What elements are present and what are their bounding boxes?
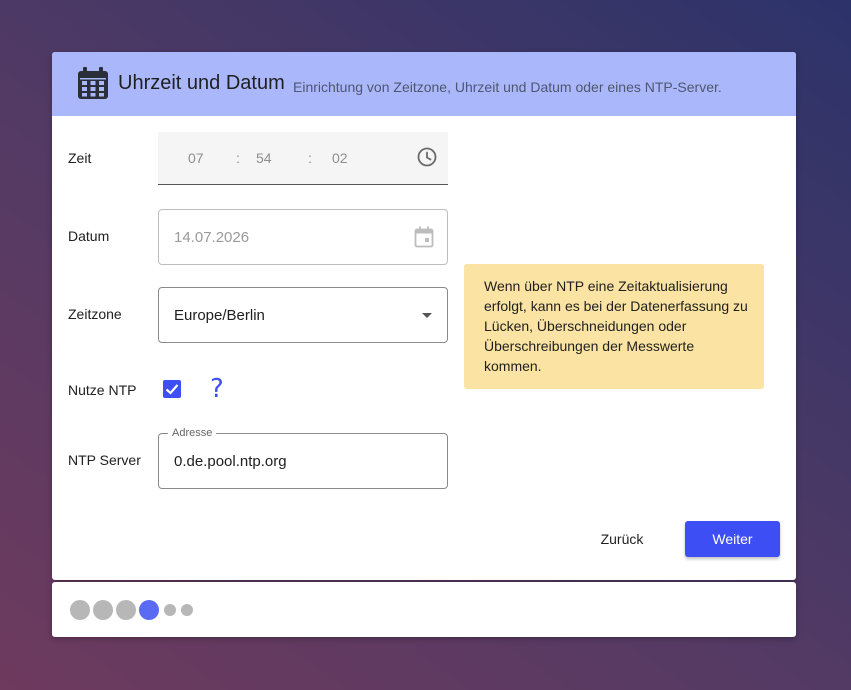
ntp-server-value[interactable]: 0.de.pool.ntp.org (174, 453, 287, 470)
timezone-value: Europe/Berlin (174, 307, 265, 324)
page-subtitle: Einrichtung von Zeitzone, Uhrzeit und Da… (293, 79, 722, 95)
time-seconds[interactable]: 02 (332, 150, 348, 166)
use-ntp-checkbox[interactable] (163, 380, 181, 398)
ntp-warning-box: Wenn über NTP eine Zeitaktualisierung er… (464, 264, 764, 389)
date-input[interactable]: 14.07.2026 (158, 209, 448, 265)
ntp-warning-text: Wenn über NTP eine Zeitaktualisierung er… (484, 278, 748, 374)
step-dot (116, 600, 136, 620)
checkmark-icon (165, 384, 179, 395)
time-hours[interactable]: 07 (188, 150, 204, 166)
step-dot (93, 600, 113, 620)
dropdown-arrow-icon[interactable] (422, 313, 432, 318)
date-label: Datum (68, 228, 110, 244)
step-dot (181, 604, 193, 616)
time-label: Zeit (68, 150, 92, 166)
setup-card: Uhrzeit und Datum Einrichtung von Zeitzo… (52, 52, 796, 580)
time-input[interactable]: 07 : 54 : 02 (158, 132, 448, 185)
clock-icon[interactable] (416, 146, 438, 168)
timezone-label: Zeitzone (68, 306, 122, 322)
calendar-icon[interactable] (414, 226, 434, 248)
step-dot (164, 604, 176, 616)
card-header: Uhrzeit und Datum Einrichtung von Zeitzo… (52, 52, 796, 116)
use-ntp-label: Nutze NTP (68, 382, 137, 398)
time-minutes[interactable]: 54 (256, 150, 272, 166)
ntp-server-label: NTP Server (68, 452, 141, 468)
stepper-footer (52, 582, 796, 637)
step-dot (70, 600, 90, 620)
timezone-select[interactable]: Europe/Berlin (158, 287, 448, 343)
calendar-icon (78, 67, 108, 99)
time-separator: : (308, 150, 312, 166)
back-button[interactable]: Zurück (582, 521, 662, 557)
ntp-server-input[interactable]: 0.de.pool.ntp.org (158, 433, 448, 489)
help-icon[interactable]: ? (210, 374, 224, 404)
step-dot-active (139, 600, 159, 620)
date-value: 14.07.2026 (174, 229, 250, 246)
page-title: Uhrzeit und Datum (118, 72, 285, 94)
time-separator: : (236, 150, 240, 166)
ntp-server-legend: Adresse (168, 427, 217, 439)
next-button[interactable]: Weiter (685, 521, 780, 557)
